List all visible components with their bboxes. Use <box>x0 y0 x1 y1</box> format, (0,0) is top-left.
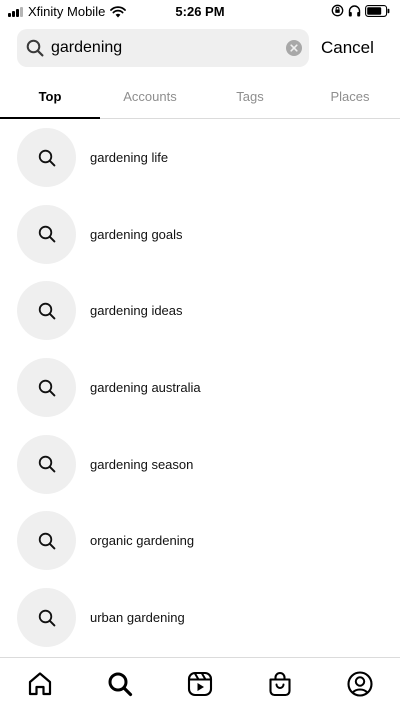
reels-icon <box>187 671 213 697</box>
cancel-button[interactable]: Cancel <box>321 38 374 58</box>
clear-search-icon[interactable] <box>286 40 302 56</box>
list-item[interactable]: gardening life <box>0 119 400 196</box>
status-bar: Xfinity Mobile 5:26 PM <box>0 0 400 24</box>
shop-icon <box>269 671 291 697</box>
result-icon-circle <box>17 511 76 571</box>
tab-places[interactable]: Places <box>300 78 400 118</box>
search-icon <box>38 609 55 627</box>
result-icon-circle <box>17 358 76 418</box>
result-label: gardening life <box>90 150 169 165</box>
tab-top[interactable]: Top <box>0 78 100 119</box>
result-label: organic gardening <box>90 533 195 549</box>
result-label: gardening ideas <box>90 303 183 319</box>
nav-search-button[interactable] <box>106 670 134 698</box>
search-icon <box>38 456 55 473</box>
bottom-nav <box>0 657 400 711</box>
orientation-lock-icon <box>331 4 344 17</box>
list-item[interactable]: gardening season <box>0 426 400 503</box>
search-icon <box>108 672 133 697</box>
result-icon-circle <box>17 281 76 341</box>
search-icon <box>38 532 55 550</box>
search-input[interactable] <box>51 36 281 60</box>
search-results-list: gardening life gardening goals gardening… <box>0 119 400 656</box>
list-item[interactable]: gardening australia <box>0 349 400 426</box>
battery-icon <box>365 4 390 17</box>
search-icon <box>38 302 55 320</box>
moon-icon <box>316 5 324 16</box>
tab-accounts[interactable]: Accounts <box>100 78 200 118</box>
nav-home-button[interactable] <box>26 670 54 698</box>
search-icon <box>26 39 44 57</box>
profile-icon <box>347 671 373 697</box>
result-icon-circle <box>17 588 76 648</box>
result-label: gardening australia <box>90 380 201 396</box>
search-icon <box>38 379 55 396</box>
headphones-icon <box>348 4 361 16</box>
list-item[interactable]: organic gardening <box>0 502 400 579</box>
result-icon-circle <box>17 434 76 494</box>
tab-bar: Top Accounts Tags Places <box>0 78 400 119</box>
list-item[interactable]: urban gardening <box>0 579 400 656</box>
result-icon-circle <box>17 128 76 187</box>
status-right <box>315 4 390 17</box>
nav-profile-button[interactable] <box>346 670 374 698</box>
list-item[interactable]: gardening ideas <box>0 272 400 349</box>
list-item[interactable]: gardening goals <box>0 196 400 273</box>
result-label: urban gardening <box>90 610 185 626</box>
nav-reels-button[interactable] <box>186 670 214 698</box>
search-icon <box>38 225 55 243</box>
result-label: gardening season <box>90 456 194 472</box>
result-icon-circle <box>17 204 76 264</box>
home-icon <box>28 672 52 696</box>
search-field[interactable] <box>17 29 309 67</box>
result-label: gardening goals <box>90 226 183 242</box>
nav-shop-button[interactable] <box>266 670 294 698</box>
search-icon <box>38 149 55 166</box>
tab-tags[interactable]: Tags <box>200 78 300 118</box>
